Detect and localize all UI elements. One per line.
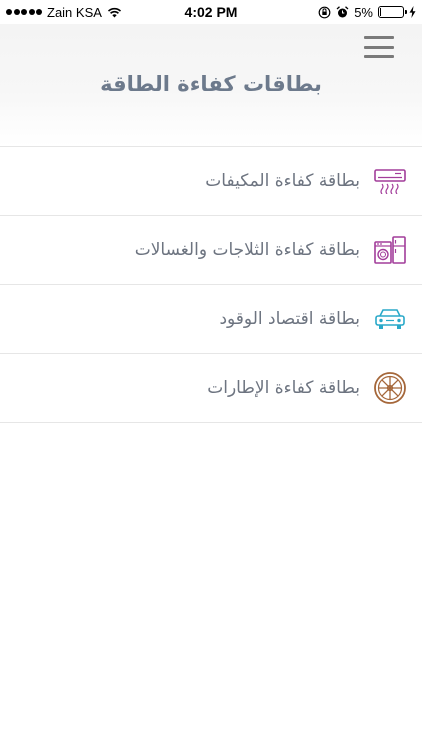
battery-icon xyxy=(378,6,407,18)
rotation-lock-icon xyxy=(318,6,331,18)
status-bar: Zain KSA 4:02 PM 5% xyxy=(0,0,422,24)
list-item-fuel-economy[interactable]: بطاقة اقتصاد الوقود xyxy=(0,285,422,354)
list-item-tires[interactable]: بطاقة كفاءة الإطارات xyxy=(0,354,422,423)
battery-level-fill xyxy=(380,8,381,16)
air-conditioner-icon xyxy=(372,163,408,199)
battery-percent: 5% xyxy=(354,4,373,20)
list-item-label: بطاقة كفاءة المكيفات xyxy=(205,171,360,191)
alarm-icon xyxy=(336,5,349,17)
hamburger-menu-icon[interactable] xyxy=(364,36,394,58)
list-item-fridges-washers[interactable]: بطاقة كفاءة الثلاجات والغسالات xyxy=(0,216,422,285)
charging-bolt-icon xyxy=(409,6,416,18)
car-icon xyxy=(372,301,408,337)
page-title: بطاقات كفاءة الطاقة xyxy=(100,72,322,96)
energy-cards-list: بطاقة كفاءة المكيفات بطاقة كفاءة الثلاجا… xyxy=(0,146,422,423)
list-item-air-conditioners[interactable]: بطاقة كفاءة المكيفات xyxy=(0,147,422,216)
status-right: 5% xyxy=(318,4,416,20)
fridge-washer-icon xyxy=(372,232,408,268)
list-item-label: بطاقة كفاءة الإطارات xyxy=(207,378,360,398)
list-item-label: بطاقة كفاءة الثلاجات والغسالات xyxy=(134,240,360,260)
list-item-label: بطاقة اقتصاد الوقود xyxy=(219,309,360,329)
tire-icon xyxy=(372,370,408,406)
app-header: بطاقات كفاءة الطاقة xyxy=(0,24,422,146)
